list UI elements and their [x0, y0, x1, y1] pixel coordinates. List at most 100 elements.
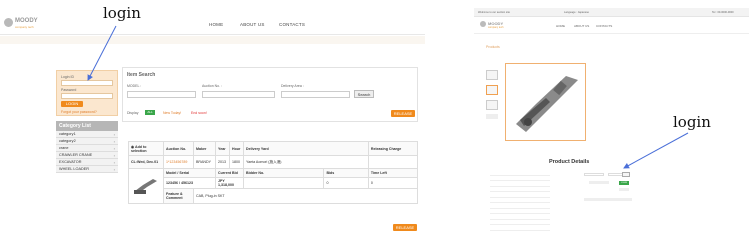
maker-header: Maker [193, 141, 216, 156]
login-target-field[interactable] [622, 172, 630, 177]
nav-about[interactable]: ABOUT US [574, 24, 589, 28]
nav-home[interactable]: HOME [209, 22, 223, 27]
logo-tagline: company tech [488, 26, 504, 29]
nav-contacts[interactable]: CONTACTS [279, 22, 305, 27]
category-item[interactable]: WHEEL LOADER › [56, 166, 118, 173]
spec-row [490, 225, 550, 231]
left-screenshot: MOODY company tech HOME ABOUT US CONTACT… [0, 0, 425, 240]
category-item-label: EXCAVATOR [59, 160, 82, 164]
category-item-label: crane [59, 146, 69, 150]
bidder-no-value [242, 177, 325, 189]
table-row: ◉ Add to selection Auction No. Maker Yea… [128, 141, 419, 156]
logo-tagline: company tech [15, 25, 34, 29]
nav-home[interactable]: HOME [556, 24, 565, 28]
current-bid-value: JPY 1,318,000 [215, 177, 244, 189]
chevron-right-icon: › [113, 132, 115, 137]
login-id-input[interactable] [584, 173, 604, 176]
forgot-link[interactable] [619, 188, 629, 191]
product-thumbnail[interactable] [486, 70, 498, 80]
maker-value: BRANDY [193, 155, 216, 169]
product-thumbnail[interactable] [486, 100, 498, 110]
chevron-right-icon: › [113, 146, 115, 151]
search-button[interactable]: Search [354, 90, 374, 98]
excavator-thumbnail-icon [134, 178, 157, 194]
hour-header: Hour [229, 141, 244, 156]
delivery-area-input[interactable] [281, 91, 350, 98]
nav-contacts[interactable]: CONTACTS [596, 24, 612, 28]
model-serial-header: Model / Serial [163, 168, 216, 178]
results-table: ◉ Add to selection Auction No. Maker Yea… [128, 141, 419, 204]
nav-about[interactable]: ABOUT US [240, 22, 265, 27]
category-list-title: Category List [56, 121, 118, 131]
password-input[interactable] [61, 93, 113, 99]
feature-comment-value: CAB, Plug-in SKT [193, 188, 418, 204]
table-row: Feature & Comment CAB, Plug-in SKT [129, 188, 418, 204]
filter-new-today[interactable]: New Today! [163, 111, 181, 115]
tel-text: Tel : 00-0000-0000 [712, 11, 734, 14]
login-panel: Login ID Password LOGIN Forgot your pass… [56, 70, 118, 116]
table-row: CL:Wed, Dec.01 1*123456789 BRANDY 2013 1… [128, 155, 419, 169]
delivery-yard-value: Yaeta Aomori (施入港) [243, 155, 369, 169]
bid-info-line [584, 198, 632, 201]
delivery-yard-header: Delivery Yard [243, 141, 369, 156]
model-input[interactable] [127, 91, 196, 98]
model-label: MODEL : [127, 84, 142, 88]
category-item-label: WHEEL LOADER [59, 167, 90, 171]
category-item[interactable]: CRAWLER CRANE › [56, 152, 118, 159]
filter-end-soon[interactable]: End soon! [191, 111, 207, 115]
header-divider [0, 34, 425, 35]
remember-me-option[interactable] [589, 181, 609, 184]
login-id-input[interactable] [61, 80, 113, 86]
thumbnail-cell[interactable] [128, 168, 164, 204]
top-bar: Welcome to our auction site Language : J… [474, 8, 749, 17]
bidder-no-header: Bidder No. [242, 168, 325, 178]
login-id-label: Login ID [61, 75, 75, 79]
category-item[interactable]: category1 › [56, 131, 118, 138]
thumbnail-scroll[interactable] [486, 114, 498, 119]
password-label: Password [61, 88, 77, 92]
login-button[interactable]: LOGIN [619, 181, 629, 185]
table-row: 123456 / 456123 JPY 1,318,000 0 0 [129, 177, 419, 189]
login-button[interactable]: LOGIN [61, 101, 83, 107]
chevron-right-icon: › [113, 139, 115, 144]
delivery-area-label: Delivery Area : [281, 84, 304, 88]
category-item[interactable]: EXCAVATOR › [56, 159, 118, 166]
category-item[interactable]: crane › [56, 145, 118, 152]
header-band [0, 36, 425, 44]
main-product-image[interactable] [505, 63, 586, 141]
time-left-value: 0 [367, 177, 419, 189]
releasing-charge-header: Releasing Charge [367, 141, 419, 156]
closing-date: CL:Wed, Dec.01 [128, 155, 164, 169]
logo-icon [4, 18, 13, 27]
product-thumbnail[interactable] [486, 85, 498, 95]
auction-no-header: Auction No. [163, 141, 194, 156]
category-item-label: category1 [59, 132, 76, 136]
logo-icon [480, 21, 486, 27]
filter-all-button[interactable]: ALL [145, 110, 155, 115]
year-header: Year [215, 141, 230, 156]
logo-name: MOODY [15, 18, 38, 24]
bottom-release-button[interactable]: RELEASE [393, 224, 417, 231]
chevron-right-icon: › [113, 160, 115, 165]
excavator-attachment-icon [516, 76, 578, 132]
add-to-selection-cell[interactable]: ◉ Add to selection [128, 141, 164, 156]
table-row: Model / Serial Current Bid Bidder No. Bi… [128, 168, 419, 204]
chevron-right-icon: › [113, 153, 115, 158]
language-select[interactable]: Language : Japanese [564, 11, 589, 14]
breadcrumb[interactable]: Products [486, 45, 500, 49]
forgot-password-link[interactable]: Forgot your password? [61, 110, 97, 114]
display-label: Display [127, 111, 139, 115]
auction-no-link[interactable]: 1*123456789 [163, 155, 194, 169]
category-item-label: CRAWLER CRANE [59, 153, 93, 157]
category-item[interactable]: category2 › [56, 138, 118, 145]
current-bid-header: Current Bid [215, 168, 244, 178]
category-item-label: category2 [59, 139, 76, 143]
hour-value: 1800 [229, 155, 244, 169]
year-value: 2013 [215, 155, 230, 169]
login-annotation-right: login [673, 113, 711, 131]
category-list: Category List category1 › category2 › cran… [56, 121, 118, 173]
model-serial-value: 123456 / 456123 [163, 177, 216, 189]
release-button[interactable]: RELEASE [391, 110, 415, 117]
auction-no-input[interactable] [202, 91, 275, 98]
feature-comment-header: Feature & Comment [163, 188, 194, 204]
